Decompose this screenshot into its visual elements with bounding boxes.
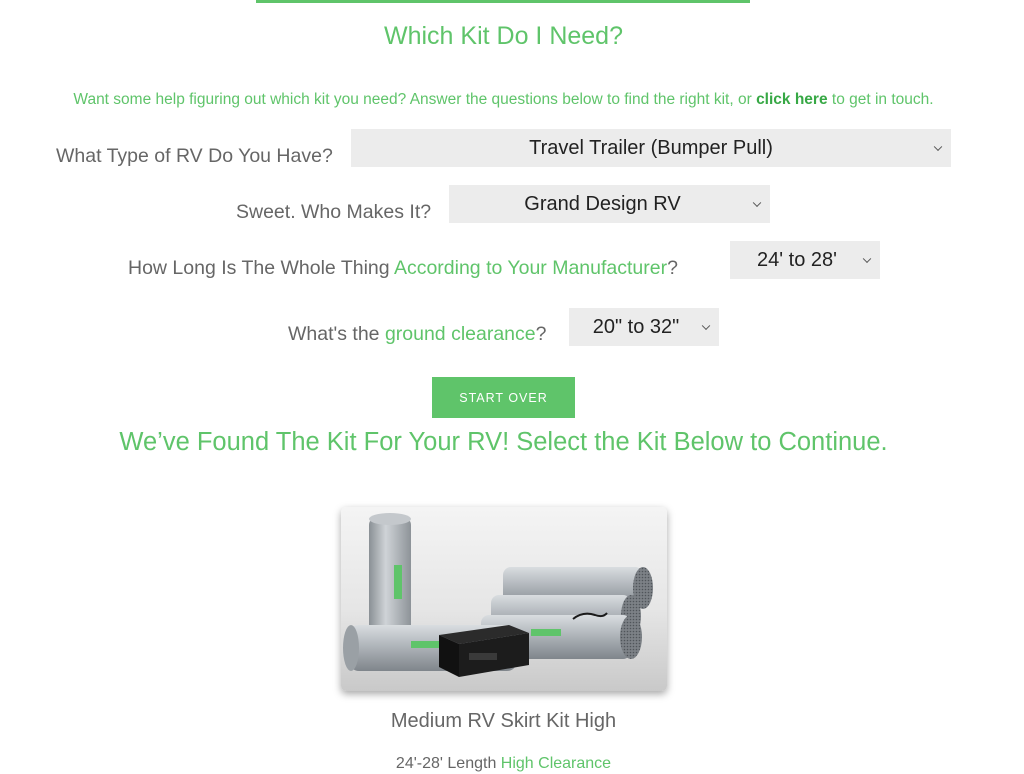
chevron-down-icon <box>862 254 872 264</box>
manufacturer-value: Grand Design RV <box>524 192 681 215</box>
clearance-select[interactable]: 20" to 32" <box>569 308 719 346</box>
start-over-button[interactable]: START OVER <box>432 377 575 418</box>
intro-before: Want some help figuring out which kit yo… <box>73 91 757 108</box>
question-manufacturer: Sweet. Who Makes It? <box>236 201 432 223</box>
product-name[interactable]: Medium RV Skirt Kit High <box>0 710 1007 733</box>
question-rv-type: What Type of RV Do You Have? <box>56 145 333 167</box>
ground-clearance-link[interactable]: ground clearance <box>385 323 536 345</box>
manufacturer-length-link[interactable]: According to Your Manufacturer <box>394 257 667 279</box>
contact-link[interactable]: click here <box>756 91 828 108</box>
question-length: How Long Is The Whole Thing According to… <box>128 257 678 279</box>
chevron-down-icon <box>933 142 943 152</box>
rv-type-select[interactable]: Travel Trailer (Bumper Pull) <box>351 129 951 167</box>
page-title: Which Kit Do I Need? <box>384 22 623 50</box>
chevron-down-icon <box>701 321 711 331</box>
top-accent-bar <box>256 0 750 3</box>
result-heading: We’ve Found The Kit For Your RV! Select … <box>119 428 888 456</box>
clearance-value: 20" to 32" <box>592 315 680 338</box>
question-clearance: What's the ground clearance? <box>288 323 547 345</box>
product-spec: 24'-28' Length High Clearance <box>395 755 612 772</box>
rv-type-value: Travel Trailer (Bumper Pull) <box>529 136 773 159</box>
high-clearance-label: High Clearance <box>500 755 612 772</box>
length-select[interactable]: 24' to 28' <box>730 241 880 279</box>
intro-text: Want some help figuring out which kit yo… <box>0 91 1007 109</box>
intro-after: to get in touch. <box>827 91 934 108</box>
chevron-down-icon <box>752 198 762 208</box>
product-image[interactable] <box>341 507 667 691</box>
manufacturer-select[interactable]: Grand Design RV <box>449 185 770 223</box>
length-value: 24' to 28' <box>757 248 837 271</box>
